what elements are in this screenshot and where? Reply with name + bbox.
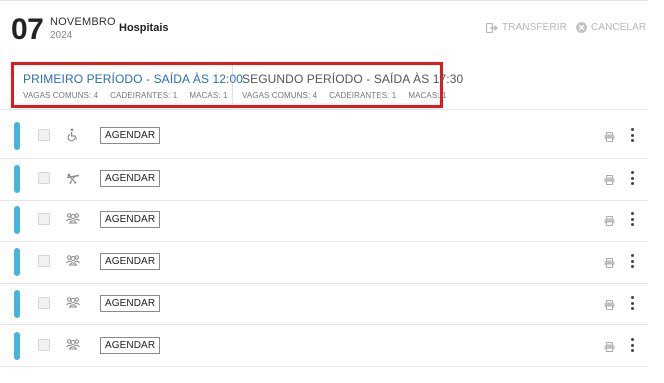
schedule-button[interactable]: AGENDAR — [100, 211, 161, 228]
cancel-label: CANCELAR — [591, 22, 647, 33]
period-title: SEGUNDO PERÍODO - SAÍDA ÀS 17:30 — [242, 72, 464, 86]
page-header: 07 NOVEMBRO 2024 Hospitais TRANSFERIR CA… — [0, 0, 648, 58]
table-row: AGENDAR — [0, 199, 648, 241]
more-options-icon[interactable] — [630, 171, 634, 185]
print-icon[interactable] — [604, 129, 615, 147]
print-icon[interactable] — [604, 213, 615, 231]
row-checkbox[interactable] — [38, 339, 50, 351]
row-checkbox[interactable] — [38, 213, 50, 225]
date-day: 07 — [11, 13, 44, 46]
more-options-icon[interactable] — [630, 212, 634, 226]
more-options-icon[interactable] — [630, 338, 634, 352]
stat-macas: MACAS: 1 — [189, 91, 228, 100]
schedule-button[interactable]: AGENDAR — [100, 170, 161, 187]
status-bar — [14, 332, 20, 360]
status-bar — [14, 165, 20, 193]
print-icon[interactable] — [604, 172, 615, 190]
group-icon — [66, 296, 80, 310]
row-checkbox[interactable] — [38, 255, 50, 267]
status-bar — [14, 206, 20, 234]
status-bar — [14, 122, 20, 150]
status-bar — [14, 248, 20, 276]
period-title: PRIMEIRO PERÍODO - SAÍDA ÀS 12:00 — [23, 72, 244, 86]
print-icon[interactable] — [604, 297, 615, 315]
table-row: AGENDAR — [0, 115, 648, 157]
table-row: AGENDAR — [0, 158, 648, 200]
row-checkbox[interactable] — [38, 297, 50, 309]
date-year: 2024 — [50, 30, 73, 41]
divider — [0, 366, 648, 367]
period-stats: VAGAS COMUNS: 4 CADEIRANTES: 1 MACAS: 1 — [242, 91, 447, 100]
date-month: NOVEMBRO — [50, 16, 116, 28]
schedule-button[interactable]: AGENDAR — [100, 337, 161, 354]
divider — [0, 109, 648, 110]
schedule-button[interactable]: AGENDAR — [100, 127, 161, 144]
status-bar — [14, 290, 20, 318]
print-icon[interactable] — [604, 255, 615, 273]
transfer-label: TRANSFERIR — [502, 22, 567, 33]
more-options-icon[interactable] — [630, 296, 634, 310]
more-options-icon[interactable] — [630, 128, 634, 142]
group-icon — [66, 254, 80, 268]
table-row: AGENDAR — [0, 283, 648, 325]
tab-second-period[interactable]: SEGUNDO PERÍODO - SAÍDA ÀS 17:30 VAGAS C… — [233, 65, 463, 105]
cancel-circle-icon — [576, 22, 587, 33]
stat-cadeirantes: CADEIRANTES: 1 — [329, 91, 397, 100]
schedule-button[interactable]: AGENDAR — [100, 253, 161, 270]
wheelchair-icon — [66, 128, 80, 142]
period-stats: VAGAS COMUNS: 4 CADEIRANTES: 1 MACAS: 1 — [23, 91, 228, 100]
period-tabs: PRIMEIRO PERÍODO - SAÍDA ÀS 12:00 VAGAS … — [11, 62, 463, 108]
row-checkbox[interactable] — [38, 172, 50, 184]
tab-first-period[interactable]: PRIMEIRO PERÍODO - SAÍDA ÀS 12:00 VAGAS … — [14, 65, 243, 105]
transfer-button[interactable]: TRANSFERIR — [486, 22, 567, 33]
stat-vagas-comuns: VAGAS COMUNS: 4 — [23, 91, 99, 100]
schedule-button[interactable]: AGENDAR — [100, 295, 161, 312]
cancel-button[interactable]: CANCELAR — [576, 22, 646, 33]
page-title: Hospitais — [119, 22, 169, 34]
table-row: AGENDAR — [0, 241, 648, 283]
row-checkbox[interactable] — [38, 129, 50, 141]
print-icon[interactable] — [604, 339, 615, 357]
stretcher-icon — [66, 171, 80, 185]
stat-macas: MACAS: 1 — [408, 91, 447, 100]
transfer-icon — [486, 22, 498, 33]
table-row: AGENDAR — [0, 325, 648, 367]
group-icon — [66, 212, 80, 226]
more-options-icon[interactable] — [630, 254, 634, 268]
group-icon — [66, 338, 80, 352]
stat-vagas-comuns: VAGAS COMUNS: 4 — [242, 91, 318, 100]
stat-cadeirantes: CADEIRANTES: 1 — [110, 91, 178, 100]
